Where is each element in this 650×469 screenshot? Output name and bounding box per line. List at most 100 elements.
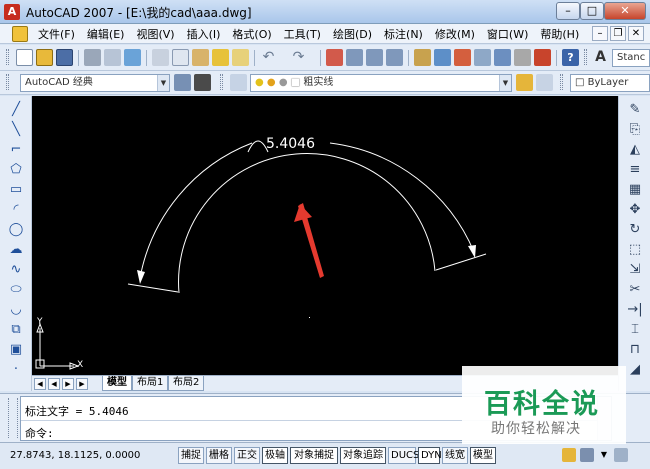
break-icon[interactable]: ⌶ <box>627 322 643 338</box>
polygon-icon[interactable]: ⬠ <box>8 162 24 178</box>
drawing-area[interactable]: 5.4046 Y X <box>32 96 618 375</box>
copy-clip-icon[interactable] <box>172 49 189 66</box>
trim-icon[interactable]: ✂ <box>627 282 643 298</box>
chamfer-icon[interactable]: ◢ <box>627 362 643 378</box>
toolbar-grip-5[interactable] <box>560 74 563 90</box>
clean-screen-icon[interactable] <box>614 448 628 462</box>
dimension-arc-right[interactable] <box>329 142 475 253</box>
make-object-layer-current-icon[interactable] <box>516 74 533 91</box>
document-icon[interactable] <box>12 26 28 42</box>
tab-prev-icon[interactable]: ◀ <box>48 378 60 390</box>
workspace-save-icon[interactable] <box>194 74 211 91</box>
redo-icon[interactable]: ↷ <box>290 49 307 66</box>
lock-toolbar-icon[interactable] <box>580 448 594 462</box>
extend-icon[interactable]: →| <box>627 302 643 318</box>
chevron-down-icon[interactable]: ▼ <box>499 75 511 91</box>
drawing-svg[interactable]: 5.4046 Y X <box>32 96 618 375</box>
zoom-realtime-icon[interactable] <box>346 49 363 66</box>
autocad-app-icon[interactable]: A <box>4 4 20 20</box>
polyline-icon[interactable]: ⌐ <box>8 142 24 158</box>
menu-file[interactable]: 文件(F) <box>32 27 81 42</box>
tab-layout1[interactable]: 布局1 <box>132 376 169 391</box>
doc-restore-button[interactable]: ❐ <box>610 26 626 41</box>
line-icon[interactable]: ╱ <box>8 102 24 118</box>
move-icon[interactable]: ✥ <box>627 202 643 218</box>
dimension-arc-left[interactable] <box>139 142 253 279</box>
arc-icon[interactable]: ◜ <box>8 202 24 218</box>
polar-button[interactable]: 极轴 <box>262 447 288 464</box>
layer-manager-icon[interactable] <box>230 74 247 91</box>
menu-window[interactable]: 窗口(W) <box>481 27 534 42</box>
command-prompt[interactable]: 命令: <box>25 425 54 441</box>
coordinate-readout[interactable]: 27.8743, 18.1125, 0.0000 <box>10 450 140 461</box>
plot-preview-icon[interactable] <box>104 49 121 66</box>
tab-first-icon[interactable]: ◀ <box>34 378 46 390</box>
linetype-combo[interactable]: □ ByLayer <box>570 74 650 92</box>
dyn-button[interactable]: DYN <box>418 447 442 464</box>
zoom-previous-icon[interactable] <box>386 49 403 66</box>
ducs-button[interactable]: DUCS <box>388 447 419 464</box>
open-icon[interactable] <box>36 49 53 66</box>
array-icon[interactable]: ▦ <box>627 182 643 198</box>
erase-icon[interactable]: ✎ <box>627 102 643 118</box>
sheet-set-icon[interactable] <box>474 49 491 66</box>
snap-button[interactable]: 捕捉 <box>178 447 204 464</box>
toolbar-grip[interactable] <box>6 49 9 65</box>
menu-edit[interactable]: 编辑(E) <box>81 27 131 42</box>
save-icon[interactable] <box>56 49 73 66</box>
rectangle-icon[interactable]: ▭ <box>8 182 24 198</box>
paste-icon[interactable] <box>192 49 209 66</box>
menu-draw[interactable]: 绘图(D) <box>327 27 378 42</box>
doc-minimize-button[interactable]: – <box>592 26 608 41</box>
layer-previous-icon[interactable] <box>536 74 553 91</box>
osnap-button[interactable]: 对象捕捉 <box>290 447 338 464</box>
communication-center-icon[interactable] <box>562 448 576 462</box>
doc-close-button[interactable]: ✕ <box>628 26 644 41</box>
chevron-down-icon[interactable]: ▼ <box>157 75 169 91</box>
text-style-icon[interactable]: A <box>592 49 609 66</box>
ortho-button[interactable]: 正交 <box>234 447 260 464</box>
design-center-icon[interactable] <box>434 49 451 66</box>
block-editor-icon[interactable] <box>232 49 249 66</box>
pan-icon[interactable] <box>326 49 343 66</box>
new-icon[interactable] <box>16 49 33 66</box>
properties-icon[interactable] <box>414 49 431 66</box>
markup-icon[interactable] <box>494 49 511 66</box>
minimize-button[interactable]: – <box>556 2 580 20</box>
help-icon[interactable]: ? <box>562 49 579 66</box>
command-window-grip[interactable] <box>8 398 18 438</box>
quickcalc-icon[interactable] <box>514 49 531 66</box>
stretch-icon[interactable]: ⇲ <box>627 262 643 278</box>
dimension-text[interactable]: 5.4046 <box>266 136 315 152</box>
model-space-button[interactable]: 模型 <box>470 447 496 464</box>
undo-icon[interactable]: ↶ <box>260 49 277 66</box>
menu-format[interactable]: 格式(O) <box>226 27 277 42</box>
layer-combo[interactable]: ● ● ● ■ 粗实线 ▼ <box>250 74 512 92</box>
tab-model[interactable]: 模型 <box>102 376 132 391</box>
calculator-icon[interactable] <box>534 49 551 66</box>
menu-tools[interactable]: 工具(T) <box>278 27 327 42</box>
ellipse-arc-icon[interactable]: ◡ <box>8 302 24 318</box>
text-style-combo[interactable]: Stanc <box>612 49 650 67</box>
scale-icon[interactable]: ⬚ <box>627 242 643 258</box>
zoom-window-icon[interactable] <box>366 49 383 66</box>
workspace-settings-icon[interactable] <box>174 74 191 91</box>
revision-cloud-icon[interactable]: ☁ <box>8 242 24 258</box>
offset-icon[interactable]: ≡ <box>627 162 643 178</box>
plot-icon[interactable] <box>84 49 101 66</box>
menu-view[interactable]: 视图(V) <box>130 27 180 42</box>
maximize-button[interactable]: □ <box>580 2 604 20</box>
join-icon[interactable]: ⊓ <box>627 342 643 358</box>
publish-icon[interactable] <box>124 49 141 66</box>
menu-dimension[interactable]: 标注(N) <box>378 27 429 42</box>
mirror-icon[interactable]: ◭ <box>627 142 643 158</box>
match-properties-icon[interactable] <box>212 49 229 66</box>
status-menu-chevron-icon[interactable]: ▼ <box>598 448 610 462</box>
menu-help[interactable]: 帮助(H) <box>534 27 585 42</box>
circle-icon[interactable]: ◯ <box>8 222 24 238</box>
workspace-combo[interactable]: AutoCAD 经典 ▼ <box>20 74 170 92</box>
tab-layout2[interactable]: 布局2 <box>168 376 205 391</box>
rotate-icon[interactable]: ↻ <box>627 222 643 238</box>
toolbar-grip-3[interactable] <box>6 74 9 90</box>
copy-icon[interactable]: ⎘ <box>627 122 643 138</box>
